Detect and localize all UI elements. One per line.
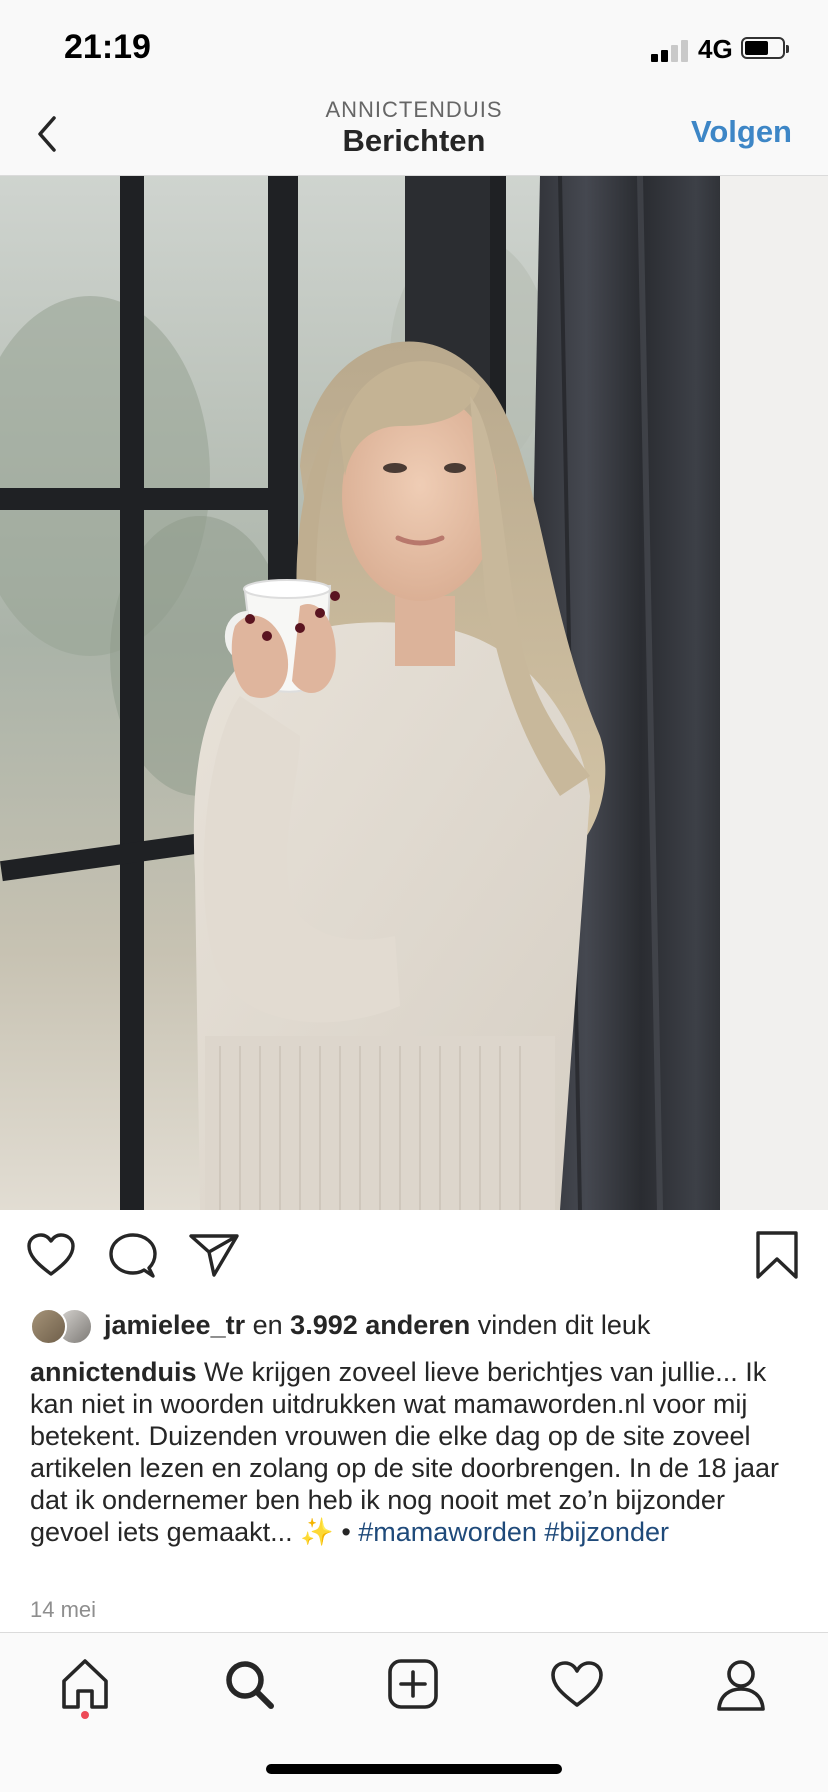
activity-heart-icon [551,1661,603,1707]
battery-icon [741,37,789,59]
paper-plane-icon [189,1234,239,1277]
profile-icon [717,1660,765,1711]
tab-new-post[interactable] [384,1655,442,1713]
caption-author[interactable]: annictenduis [30,1357,197,1387]
bookmark-icon [756,1231,798,1279]
speech-bubble-icon [109,1233,157,1278]
save-button[interactable] [755,1230,799,1285]
search-icon [226,1661,274,1709]
home-indicator[interactable] [266,1764,562,1774]
likes-count[interactable]: 3.992 anderen [290,1310,470,1340]
tab-profile[interactable] [712,1655,770,1713]
tab-search[interactable] [220,1655,278,1713]
comment-button[interactable] [108,1232,158,1285]
post-actions [0,1210,828,1310]
status-time: 21:19 [64,28,151,66]
status-bar: 21:19 4G [0,0,828,92]
post-header: ANNICTENDUIS Berichten Volgen [0,92,828,176]
home-icon [62,1659,108,1709]
follow-button[interactable]: Volgen [691,114,792,150]
likes-suffix: vinden dit leuk [477,1310,651,1340]
home-notification-dot [81,1711,89,1719]
liker-username[interactable]: jamielee_tr [104,1310,245,1340]
network-type: 4G [698,34,733,64]
likes-text: jamielee_tr en 3.992 anderen vinden dit … [104,1310,650,1341]
caption-separator: • [341,1517,351,1547]
sparkles-emoji: ✨ [300,1517,334,1547]
hashtag-link[interactable]: #mamaworden [358,1517,537,1547]
add-post-icon [388,1659,438,1709]
share-button[interactable] [188,1232,240,1283]
likes-connector: en [252,1310,283,1340]
like-button[interactable] [26,1232,76,1283]
likes-summary: jamielee_tr en 3.992 anderen vinden dit … [30,1306,810,1346]
woman-with-mug-photo [0,176,828,1210]
tab-home[interactable] [56,1655,114,1713]
liker-avatars[interactable] [30,1308,100,1345]
hashtag-link[interactable]: #bijzonder [544,1517,669,1547]
tab-activity[interactable] [548,1655,606,1713]
cellular-signal-icon [651,40,691,62]
avatar [30,1308,67,1345]
post-caption: annictenduis We krijgen zoveel lieve ber… [30,1356,805,1548]
post-date: 14 mei [30,1597,97,1622]
heart-outline-icon [27,1233,75,1276]
post-image[interactable] [0,176,828,1210]
